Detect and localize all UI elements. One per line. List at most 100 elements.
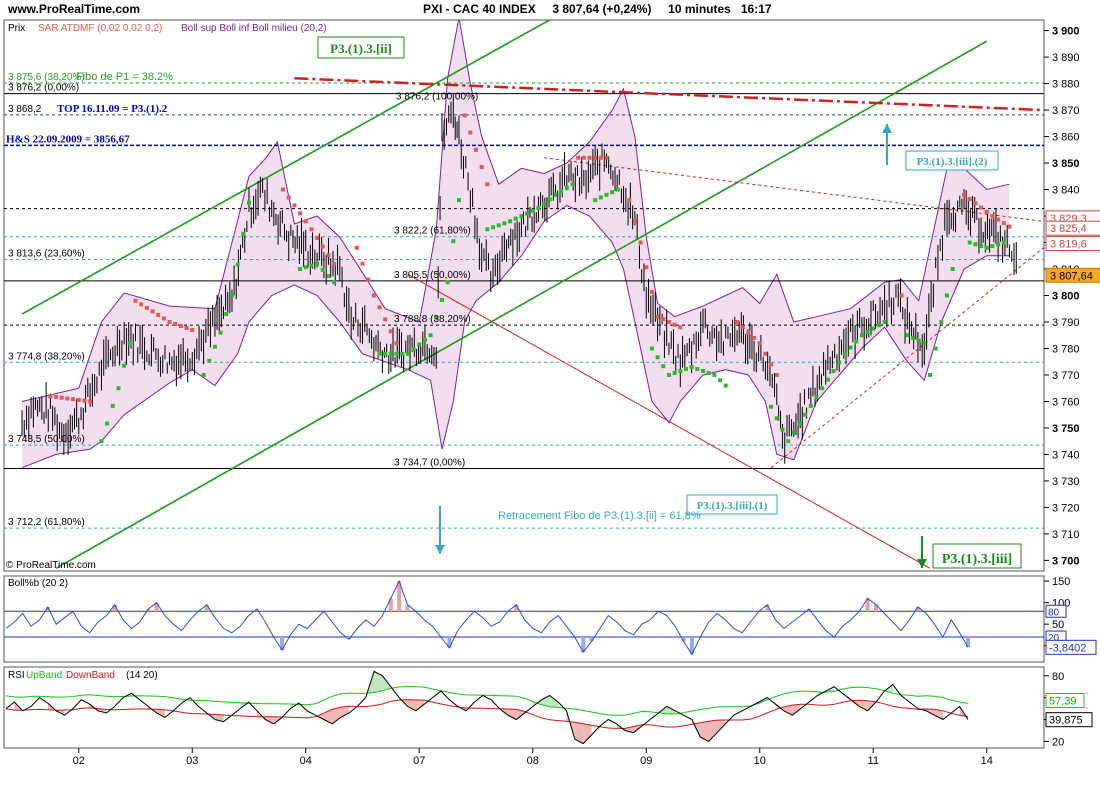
fib-level-label: 3 822,2 (61,80%) — [394, 226, 471, 237]
fib-level-label: 3 712,2 (61,80%) — [8, 517, 85, 528]
sar-dot — [286, 195, 291, 200]
sar-dot — [332, 280, 337, 285]
sar-dot — [735, 319, 740, 324]
sar-dot — [837, 360, 842, 365]
sar-dot — [360, 261, 365, 266]
sar-dot — [218, 330, 223, 335]
sar-dot — [485, 227, 490, 232]
sar-dot — [150, 309, 155, 314]
sar-dot — [644, 265, 649, 270]
sar-dot — [474, 147, 478, 152]
sar-dot — [212, 344, 217, 349]
sar-dot — [530, 208, 535, 213]
fib100-label: 3 876,2 (100,00%) — [396, 92, 478, 103]
sar-dot — [598, 155, 603, 160]
sar-dot — [661, 317, 666, 322]
sar-dot — [116, 386, 121, 391]
sar-dot — [519, 214, 524, 219]
sar-dot — [184, 325, 189, 330]
sar-dot — [701, 368, 705, 373]
boll-level-tag: 80 — [1048, 607, 1060, 618]
sar-dot — [479, 165, 484, 170]
sar-dot — [706, 370, 711, 375]
sar-dot — [303, 219, 308, 224]
sar-dot — [859, 333, 864, 338]
sar-dot — [831, 368, 836, 373]
sar-dot — [666, 319, 671, 324]
sar-dot — [950, 267, 955, 272]
sar-dot — [683, 367, 688, 372]
sar-dot — [1001, 221, 1006, 226]
fib-level-label: 3 875,6 (38,20%) — [8, 72, 85, 83]
sar-dot — [513, 216, 518, 221]
sar-dot — [922, 341, 927, 346]
sar-dot — [173, 321, 178, 326]
sar-dot — [632, 219, 637, 224]
sar-dot — [144, 305, 149, 310]
sar-dot — [655, 355, 660, 360]
sar-dot — [161, 316, 166, 321]
sar-dot — [587, 155, 592, 160]
wave-iii-2-label: P3.(1).3.[iii].(2) — [905, 150, 999, 171]
y-tick-label: 3 720 — [1052, 502, 1080, 514]
rsi-panel-frame — [3, 666, 1045, 749]
y-tick-label: 3 780 — [1052, 343, 1080, 355]
sar-dot — [678, 368, 683, 373]
x-tick-label: 14 — [981, 755, 993, 767]
sar-dot — [786, 439, 791, 444]
sar-dot — [377, 305, 382, 310]
sar-dot — [933, 346, 938, 351]
sar-dot — [848, 345, 853, 350]
sar-dot — [769, 362, 774, 367]
x-tick-label: 11 — [868, 755, 879, 767]
sar-dot — [502, 221, 507, 226]
right-value-tag-text: 3 825,4 — [1050, 223, 1087, 235]
sar-dot — [752, 335, 757, 340]
x-tick-label: 02 — [73, 755, 85, 767]
sar-dot — [996, 242, 1001, 247]
sar-dot — [133, 298, 138, 303]
sar-dot — [110, 403, 115, 408]
sar-dot — [593, 155, 598, 160]
right-value-tag-text: 3 807,64 — [1050, 270, 1093, 282]
fib-level-label: 3 876,2 (0,00%) — [8, 83, 79, 94]
sar-dot — [462, 113, 467, 118]
retracement-annotation: Retracement Fibo de P3.(1).3.[ii] = 61,8… — [498, 510, 701, 522]
rsi-upband-label: UpBand — [26, 670, 62, 681]
wave-ii-label: P3.(1).3.[ii] — [317, 36, 405, 59]
sar-dot — [309, 227, 314, 232]
hs-annotation: H&S 22.09.2009 = 3856,67 — [6, 133, 130, 145]
sar-dot — [905, 333, 910, 338]
right-value-tag-text: 3 819,6 — [1050, 239, 1087, 251]
sar-dot — [842, 351, 847, 356]
sar-dot — [59, 395, 64, 400]
sar-dot — [178, 323, 183, 328]
copyright: © ProRealTime.com — [6, 560, 96, 571]
y-tick-label: 3 750 — [1052, 423, 1080, 435]
sar-dot — [309, 263, 314, 268]
x-tick-label: 08 — [527, 755, 539, 767]
sar-dot — [876, 323, 881, 328]
rsi-y-tick-label: 80 — [1052, 671, 1064, 683]
y-tick-label: 3 740 — [1052, 449, 1080, 461]
sar-dot — [678, 325, 683, 330]
sar-dot — [247, 200, 251, 205]
rsi-params: (14 20) — [126, 670, 158, 681]
y-tick-label: 3 800 — [1052, 291, 1080, 303]
y-tick-label: 3 860 — [1052, 132, 1080, 144]
fib-level-label: 3 788,8 (38,20%) — [394, 314, 471, 325]
sar-dot — [456, 198, 461, 203]
y-tick-label: 3 850 — [1052, 158, 1080, 170]
sar-dot — [757, 341, 762, 346]
sar-dot — [871, 326, 876, 331]
wave-ii-label-text: P3.(1).3.[ii] — [330, 41, 392, 56]
sar-dot — [394, 341, 399, 346]
price-chart[interactable]: P3.(1).3.[ii] P3.(1).3.[iii].(2) P3.(1).3.… — [0, 0, 1100, 800]
sar-dot — [984, 209, 989, 214]
fib-level-label: 3 805,5 (50,00%) — [394, 270, 471, 281]
sar-dot — [315, 235, 320, 240]
sar-dot — [570, 182, 575, 187]
sar-dot — [439, 297, 444, 302]
sar-dot — [990, 214, 995, 219]
sar-dot — [156, 312, 161, 317]
